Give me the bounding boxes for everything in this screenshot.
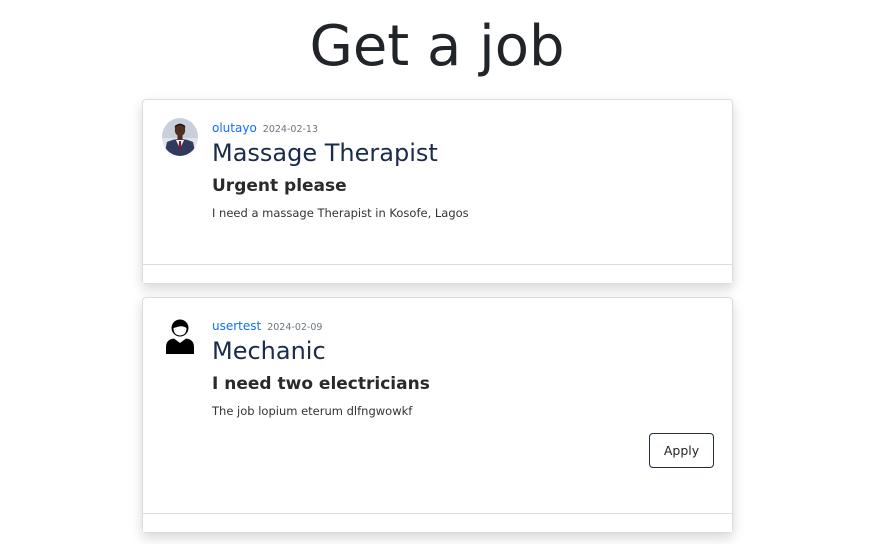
post-meta: olutayo 2024-02-13 (212, 120, 318, 138)
username-link[interactable]: olutayo (212, 121, 257, 135)
post-date: 2024-02-09 (267, 322, 323, 333)
job-description: The job lopium eterum dlfngwowkf (212, 404, 413, 418)
job-description: I need a massage Therapist in Kosofe, La… (212, 206, 469, 220)
job-subtitle: I need two electricians (212, 374, 430, 394)
card-footer (143, 264, 732, 283)
post-meta: usertest 2024-02-09 (212, 318, 322, 336)
job-title: Massage Therapist (212, 139, 438, 167)
page-title: Get a job (309, 14, 565, 79)
default-user-icon[interactable] (162, 316, 198, 354)
job-subtitle: Urgent please (212, 176, 347, 196)
user-photo-icon[interactable] (162, 118, 198, 156)
apply-button[interactable]: Apply (649, 433, 714, 468)
job-title: Mechanic (212, 337, 326, 365)
username-link[interactable]: usertest (212, 319, 261, 333)
post-date: 2024-02-13 (262, 124, 319, 135)
card-footer (143, 513, 732, 532)
job-post-card: usertest 2024-02-09 Mechanic I need two e… (142, 297, 733, 533)
job-post-card: olutayo 2024-02-13 Massage Therapist Urge… (142, 99, 733, 284)
